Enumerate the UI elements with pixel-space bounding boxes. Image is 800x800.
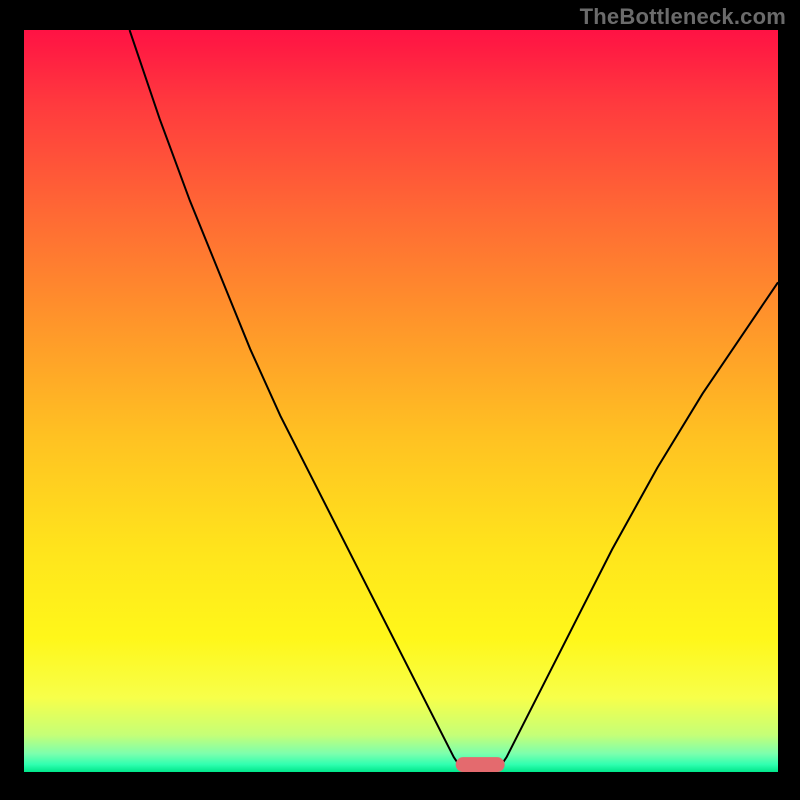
watermark-label: TheBottleneck.com [580,4,786,30]
plot-area [24,30,778,772]
chart-frame: TheBottleneck.com [0,0,800,800]
gradient-background [24,30,778,772]
bottleneck-chart [24,30,778,772]
minimum-marker [456,757,505,772]
